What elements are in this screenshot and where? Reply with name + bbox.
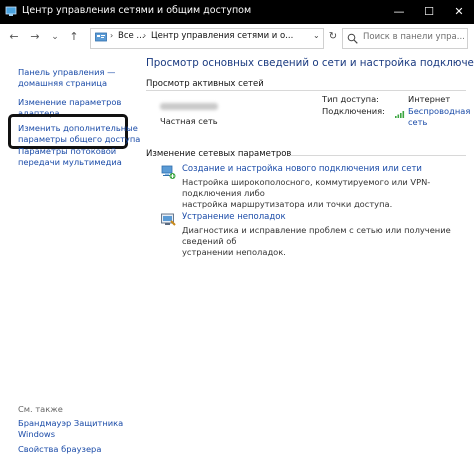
- sidebar-link-line: Параметры потоковой: [18, 146, 117, 156]
- close-button[interactable]: ✕: [444, 0, 474, 24]
- sidebar-control-panel-home-link[interactable]: Панель управления — домашняя страница: [18, 67, 115, 89]
- breadcrumb-all-items[interactable]: Все ...: [118, 31, 145, 41]
- forward-button[interactable]: →: [27, 29, 43, 45]
- section-divider: [290, 155, 466, 156]
- description-line: настройка маршрутизатора или точки досту…: [182, 199, 393, 209]
- search-input[interactable]: Поиск в панели упра...: [342, 28, 468, 49]
- back-button[interactable]: ←: [6, 29, 22, 45]
- address-dropdown-button[interactable]: ⌄: [313, 31, 320, 40]
- page-title: Просмотр основных сведений о сети и наст…: [146, 57, 474, 69]
- sidebar-firewall-link[interactable]: Брандмауэр Защитника Windows: [18, 418, 123, 440]
- troubleshoot-icon: [161, 213, 176, 226]
- sidebar-link-line: параметры общего доступа: [18, 134, 141, 144]
- sidebar-browser-properties-link[interactable]: Свойства браузера: [18, 444, 101, 455]
- connection-link-line: Беспроводная: [408, 106, 471, 116]
- window-title: Центр управления сетями и общим доступом: [22, 5, 252, 16]
- description-line: Настройка широкополосного, коммутируемог…: [182, 177, 431, 198]
- sidebar-link-line: Брандмауэр Защитника: [18, 418, 124, 428]
- breadcrumb-current[interactable]: Центр управления сетями и о...: [151, 31, 293, 41]
- sidebar-link-line: Windows: [18, 429, 56, 439]
- navigation-bar: ← → ⌄ ↑ › Все ... › Центр управления сет…: [0, 24, 474, 50]
- access-type-label: Тип доступа:: [322, 94, 379, 104]
- description-line: Диагностика и исправление проблем с сеть…: [182, 225, 451, 246]
- troubleshoot-description: Диагностика и исправление проблем с сеть…: [182, 225, 472, 258]
- connections-label: Подключения:: [322, 106, 385, 116]
- new-connection-link[interactable]: Создание и настройка нового подключения …: [182, 164, 422, 174]
- address-field[interactable]: › Все ... › Центр управления сетями и о.…: [90, 28, 324, 49]
- connection-link-line: сеть: [408, 117, 428, 127]
- sidebar-link-line: Изменить дополнительные: [18, 123, 138, 133]
- control-panel-icon: [95, 32, 107, 42]
- sidebar-link-line: Свойства браузера: [18, 444, 102, 454]
- maximize-button[interactable]: ☐: [414, 0, 444, 24]
- sidebar-media-streaming-link[interactable]: Параметры потоковой передачи мультимедиа: [18, 146, 122, 168]
- sidebar-link-line: Изменение параметров: [18, 97, 122, 107]
- section-divider: [146, 90, 466, 91]
- sidebar-link-line: домашняя страница: [18, 78, 108, 88]
- network-name-redacted: [160, 103, 218, 110]
- wireless-network-link[interactable]: Беспроводная сеть: [408, 106, 470, 128]
- sidebar-advanced-sharing-settings-link[interactable]: Изменить дополнительные параметры общего…: [18, 123, 140, 145]
- up-button[interactable]: ↑: [66, 29, 82, 45]
- description-line: устранении неполадок.: [182, 247, 286, 257]
- minimize-button[interactable]: —: [384, 0, 414, 24]
- sidebar-link-line: передачи мультимедиа: [18, 157, 122, 167]
- breadcrumb-separator: ›: [110, 31, 114, 40]
- see-also-heading: См. также: [18, 404, 63, 414]
- new-connection-icon: [161, 165, 176, 179]
- wifi-signal-icon: [395, 111, 405, 118]
- network-center-icon: [5, 6, 17, 16]
- refresh-button[interactable]: ↻: [326, 30, 340, 44]
- search-placeholder: Поиск в панели упра...: [363, 32, 465, 42]
- active-networks-heading: Просмотр активных сетей: [146, 79, 264, 89]
- change-settings-heading: Изменение сетевых параметров: [146, 149, 292, 159]
- breadcrumb-separator: ›: [143, 31, 147, 40]
- network-type-label: Частная сеть: [160, 116, 218, 126]
- new-connection-description: Настройка широкополосного, коммутируемог…: [182, 177, 472, 210]
- access-type-value: Интернет: [408, 94, 451, 104]
- recent-locations-button[interactable]: ⌄: [47, 29, 63, 45]
- troubleshoot-link[interactable]: Устранение неполадок: [182, 212, 286, 222]
- sidebar-link-line: Панель управления —: [18, 67, 116, 77]
- title-bar: Центр управления сетями и общим доступом…: [0, 0, 474, 24]
- search-icon: [347, 33, 358, 44]
